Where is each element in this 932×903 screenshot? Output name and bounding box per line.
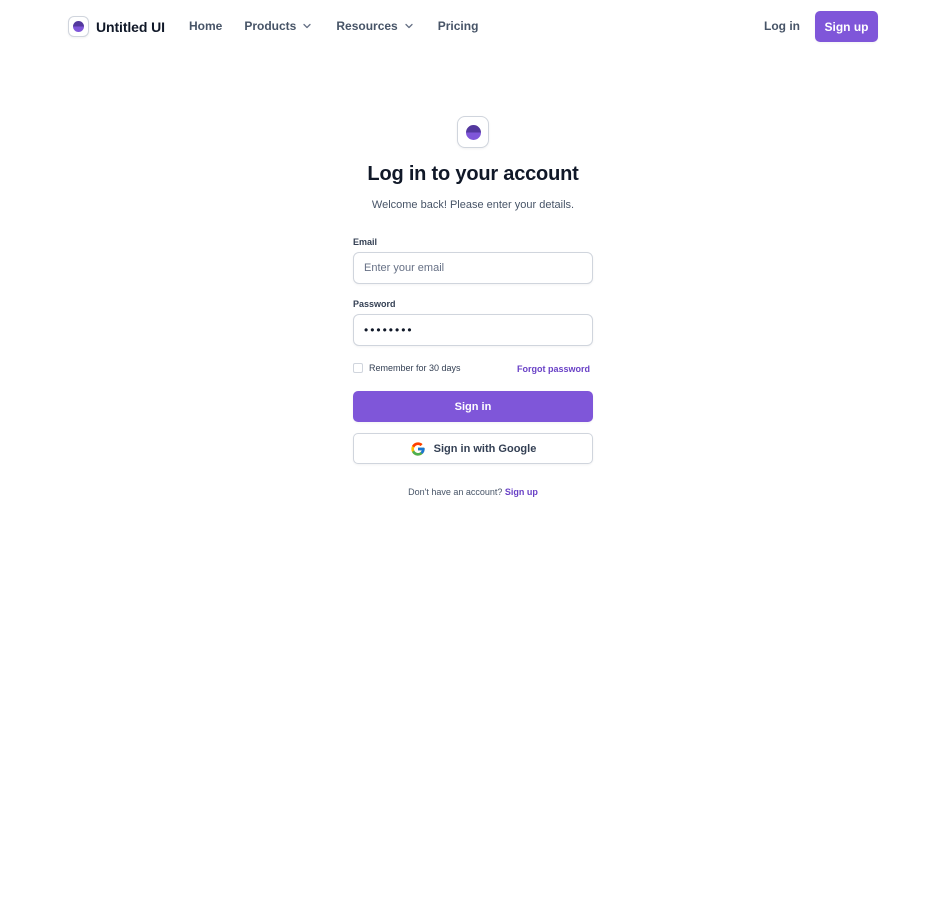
- checkbox-box[interactable]: [353, 363, 363, 373]
- nav-item-label: Products: [244, 19, 297, 33]
- email-input[interactable]: [353, 252, 593, 284]
- google-g-icon: [410, 441, 425, 456]
- signup-link[interactable]: Sign up: [505, 487, 538, 497]
- brand-logo-icon: [68, 16, 89, 37]
- password-label: Password: [353, 299, 396, 309]
- page-subtitle: Welcome back! Please enter your details.: [371, 199, 575, 211]
- nav-item-label: Pricing: [437, 19, 479, 33]
- nav-item-label: Home: [189, 19, 223, 33]
- nav-item-products[interactable]: Products: [244, 19, 312, 33]
- google-sign-in-button[interactable]: Sign in with Google: [353, 433, 593, 464]
- nav-item-resources[interactable]: Resources: [336, 19, 413, 33]
- page-title: Log in to your account: [367, 163, 579, 185]
- forgot-password-link[interactable]: Forgot password: [517, 364, 590, 374]
- password-input[interactable]: [353, 314, 593, 346]
- nav-item-pricing[interactable]: Pricing: [438, 19, 479, 33]
- chevron-down-icon: [405, 23, 413, 29]
- google-button-label: Sign in with Google: [433, 442, 537, 455]
- signup-prompt: Don't have an account? Sign up: [0, 487, 932, 497]
- brand-name: Untitled UI: [96, 18, 165, 35]
- main-nav: Home Products Resources Pricing: [189, 19, 500, 33]
- login-logo-icon: [457, 116, 489, 148]
- nav-item-label: Resources: [336, 19, 398, 33]
- logo-dot: [73, 21, 84, 32]
- sign-in-button[interactable]: Sign in: [353, 391, 593, 422]
- email-label: Email: [353, 237, 378, 247]
- remember-me-checkbox[interactable]: Remember for 30 days: [353, 363, 461, 373]
- header-signup-button[interactable]: Sign up: [815, 11, 878, 42]
- brand[interactable]: Untitled UI: [68, 16, 165, 37]
- nav-item-home[interactable]: Home: [189, 19, 222, 33]
- chevron-down-icon: [303, 23, 312, 29]
- remember-me-label: Remember for 30 days: [369, 363, 461, 373]
- header-login-link[interactable]: Log in: [764, 19, 800, 33]
- logo-dot: [465, 124, 481, 140]
- top-navigation-bar: Untitled UI Home Products Resources Pric…: [0, 0, 932, 54]
- signup-prompt-text: Don't have an account?: [408, 487, 503, 497]
